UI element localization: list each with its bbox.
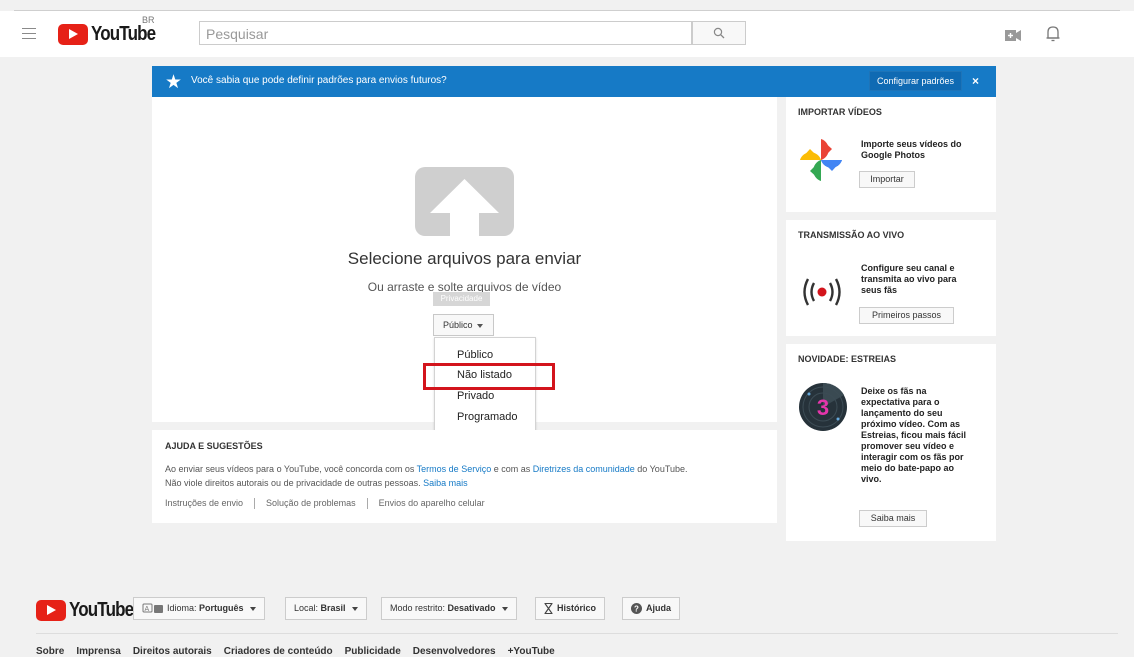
footer-link-about[interactable]: Sobre — [36, 646, 64, 657]
caret-down-icon — [501, 606, 508, 611]
premiere-countdown-icon: 3 — [799, 382, 847, 431]
import-videos-card: IMPORTAR VÍDEOS Importe seus vídeos do Go… — [786, 97, 996, 212]
live-description: Configure seu canal e transmita ao vivo p… — [861, 263, 957, 295]
import-description: Importe seus vídeos do Google Photos — [861, 139, 962, 160]
caret-down-icon — [351, 606, 358, 611]
card-title: NOVIDADE: ESTREIAS — [798, 354, 897, 364]
help-copyright-text: Não viole direitos autorais ou de privac… — [165, 478, 468, 488]
mobile-uploads-link[interactable]: Envios do aparelho celular — [379, 498, 485, 508]
restricted-mode-button[interactable]: Modo restrito: Desativado — [381, 597, 517, 620]
banner-message: Você sabia que pode definir padrões para… — [191, 75, 447, 86]
help-terms-text: Ao enviar seus vídeos para o YouTube, vo… — [165, 464, 688, 474]
upload-video-icon[interactable] — [1005, 30, 1021, 41]
logo-text: YouTube — [91, 23, 156, 45]
footer-link-press[interactable]: Imprensa — [76, 646, 120, 657]
highlight-box — [423, 363, 555, 390]
privacy-tooltip: Privacidade — [433, 292, 490, 306]
star-icon: ★ — [165, 72, 183, 93]
language-icon: A — [142, 603, 163, 614]
search-icon — [713, 27, 725, 39]
close-banner-button[interactable]: × — [972, 74, 979, 88]
help-links: Instruções de envio Solução de problemas E… — [165, 498, 485, 510]
footer-link-copyright[interactable]: Direitos autorais — [133, 646, 212, 657]
google-photos-icon — [800, 139, 842, 181]
footer-link-plus-youtube[interactable]: +YouTube — [508, 646, 555, 657]
card-title: TRANSMISSÃO AO VIVO — [798, 230, 905, 240]
live-broadcast-icon — [803, 278, 841, 306]
premiere-description: Deixe os fãs na expectativa para o lançame… — [861, 386, 967, 484]
upload-arrow-icon[interactable] — [415, 167, 514, 236]
live-streaming-card: TRANSMISSÃO AO VIVO Configure seu canal … — [786, 220, 996, 336]
search-button[interactable] — [692, 21, 746, 45]
svg-text:?: ? — [634, 605, 639, 614]
svg-text:A: A — [145, 606, 150, 613]
location-button[interactable]: Local: Brasil — [285, 597, 367, 620]
masthead: YouTube BR Pesquisar — [0, 11, 1134, 57]
region-code: BR — [142, 15, 155, 25]
upload-instructions-link[interactable]: Instruções de envio — [165, 498, 243, 508]
privacy-option-public[interactable]: Público — [457, 349, 493, 361]
footer-logo-text: YouTube — [69, 599, 134, 621]
help-circle-icon: ? — [631, 603, 642, 615]
hamburger-menu-icon[interactable] — [22, 28, 36, 40]
footer-link-developers[interactable]: Desenvolvedores — [413, 646, 496, 657]
learn-more-button[interactable]: Saiba mais — [859, 510, 927, 527]
divider — [254, 498, 256, 510]
privacy-option-private[interactable]: Privado — [457, 390, 494, 402]
learn-more-link[interactable]: Saiba mais — [423, 478, 468, 488]
notification-bell-icon[interactable] — [1045, 25, 1061, 43]
play-logo-icon — [36, 600, 66, 621]
hourglass-icon — [544, 603, 553, 615]
help-title: AJUDA E SUGESTÕES — [165, 441, 263, 451]
play-logo-icon — [58, 24, 88, 45]
divider — [366, 498, 368, 510]
privacy-selected-label: Público — [443, 320, 473, 330]
terms-of-service-link[interactable]: Termos de Serviço — [417, 464, 492, 474]
card-title: IMPORTAR VÍDEOS — [798, 107, 882, 117]
defaults-banner: ★ Você sabia que pode definir padrões pa… — [152, 66, 996, 97]
community-guidelines-link[interactable]: Diretrizes da comunidade — [533, 464, 635, 474]
footer-links: Sobre Imprensa Direitos autorais Criadores … — [36, 646, 567, 657]
caret-down-icon — [476, 323, 483, 328]
search-input[interactable]: Pesquisar — [199, 21, 692, 45]
language-button[interactable]: A Idioma: Português — [133, 597, 265, 620]
import-button[interactable]: Importar — [859, 171, 915, 188]
help-panel: AJUDA E SUGESTÕES Ao enviar seus vídeos … — [152, 430, 777, 523]
footer-link-creators[interactable]: Criadores de conteúdo — [224, 646, 333, 657]
footer-link-advertise[interactable]: Publicidade — [345, 646, 401, 657]
premieres-card: NOVIDADE: ESTREIAS 3 Deixe os fãs na expe… — [786, 344, 996, 541]
configure-defaults-button[interactable]: Configurar padrões — [869, 71, 962, 91]
youtube-logo[interactable]: YouTube — [58, 23, 167, 46]
footer-youtube-logo[interactable]: YouTube — [36, 599, 145, 622]
troubleshooting-link[interactable]: Solução de problemas — [266, 498, 356, 508]
footer-divider — [36, 633, 1118, 634]
caret-down-icon — [249, 606, 256, 611]
upload-title: Selecione arquivos para enviar — [347, 249, 582, 268]
privacy-dropdown-button[interactable]: Público — [433, 314, 494, 336]
privacy-option-scheduled[interactable]: Programado — [457, 411, 518, 423]
history-button[interactable]: Histórico — [535, 597, 606, 620]
premiere-badge-number: 3 — [817, 395, 829, 420]
get-started-button[interactable]: Primeiros passos — [859, 307, 954, 324]
help-button[interactable]: ? Ajuda — [622, 597, 681, 620]
